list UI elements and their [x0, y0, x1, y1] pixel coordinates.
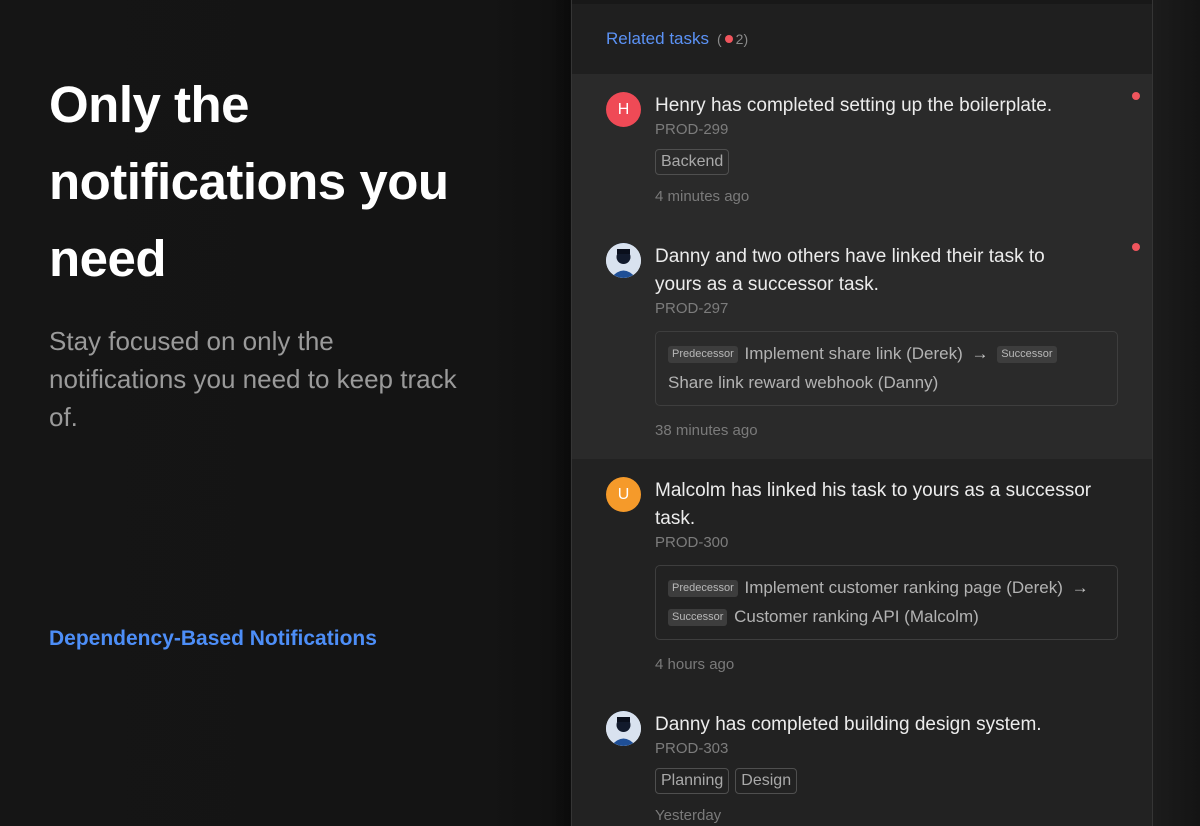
- notification-panel: Related tasks ( 2) H Henry has completed…: [571, 0, 1153, 826]
- user-photo-avatar: [606, 711, 641, 746]
- dependency-link-box[interactable]: Predecessor Implement share link (Derek)…: [655, 331, 1118, 406]
- timestamp: 4 minutes ago: [655, 188, 750, 205]
- tag-list: Backend: [655, 149, 1118, 175]
- right-edge-background: [1153, 0, 1200, 826]
- notification-text: Henry has completed setting up the boile…: [655, 95, 1053, 116]
- avatar-initial: U: [617, 485, 630, 503]
- unread-dot-icon: [724, 35, 733, 43]
- notification-item[interactable]: U Malcolm has linked his task to yours a…: [572, 459, 1152, 693]
- predecessor-task: Implement customer ranking page (Derek): [744, 578, 1063, 597]
- successor-chip: Successor: [997, 346, 1057, 363]
- arrow-right-icon: →: [971, 344, 989, 363]
- tag[interactable]: Design: [735, 768, 798, 794]
- panel-header: Related tasks ( 2): [572, 0, 1152, 74]
- avatar: U: [606, 477, 641, 512]
- successor-task: Share link reward webhook (Danny): [668, 373, 939, 392]
- unread-indicator-icon: [1132, 243, 1140, 251]
- timestamp: 38 minutes ago: [655, 422, 758, 439]
- notification-item[interactable]: Danny has completed building design syst…: [572, 693, 1152, 826]
- unread-count: 2): [735, 31, 749, 47]
- arrow-right-icon: →: [1071, 578, 1089, 597]
- successor-chip: Successor: [668, 609, 728, 626]
- person-icon: [606, 243, 641, 278]
- user-photo-avatar: [606, 243, 641, 278]
- notification-text: Malcolm has linked his task to yours as …: [655, 480, 1092, 529]
- timestamp: 4 hours ago: [655, 656, 735, 673]
- hero-title: Only the notifications you need: [49, 76, 449, 287]
- task-id[interactable]: PROD-300: [655, 534, 1118, 551]
- notification-text: Danny has completed building design syst…: [655, 714, 1042, 735]
- tag[interactable]: Planning: [655, 768, 730, 794]
- hero-section: Only the notifications you need Stay foc…: [0, 0, 570, 826]
- dependency-link-box[interactable]: Predecessor Implement customer ranking p…: [655, 565, 1118, 640]
- timestamp: Yesterday: [655, 807, 722, 824]
- avatar-initial: H: [617, 100, 630, 118]
- task-id[interactable]: PROD-299: [655, 121, 1118, 138]
- panel-shadow: [550, 0, 572, 826]
- feature-link-dependency-notifications[interactable]: Dependency-Based Notifications: [49, 627, 377, 651]
- unread-indicator-icon: [1132, 92, 1140, 100]
- notification-item[interactable]: Danny and two others have linked their t…: [572, 225, 1152, 459]
- successor-task: Customer ranking API (Malcolm): [734, 607, 979, 626]
- hero-subtitle: Stay focused on only the notifications y…: [49, 326, 457, 432]
- person-icon: [606, 711, 641, 746]
- predecessor-chip: Predecessor: [668, 346, 738, 363]
- notification-item[interactable]: H Henry has completed setting up the boi…: [572, 74, 1152, 225]
- predecessor-task: Implement share link (Derek): [744, 344, 963, 363]
- count-open-paren: (: [717, 31, 722, 47]
- task-id[interactable]: PROD-303: [655, 740, 1118, 757]
- tag[interactable]: Backend: [655, 149, 730, 175]
- related-tasks-tab[interactable]: Related tasks: [606, 29, 709, 49]
- task-id[interactable]: PROD-297: [655, 300, 1118, 317]
- notification-text: Danny and two others have linked their t…: [655, 246, 1045, 295]
- avatar: H: [606, 92, 641, 127]
- unread-count-badge: ( 2): [717, 31, 748, 47]
- predecessor-chip: Predecessor: [668, 580, 738, 597]
- tag-list: Planning Design: [655, 768, 1118, 794]
